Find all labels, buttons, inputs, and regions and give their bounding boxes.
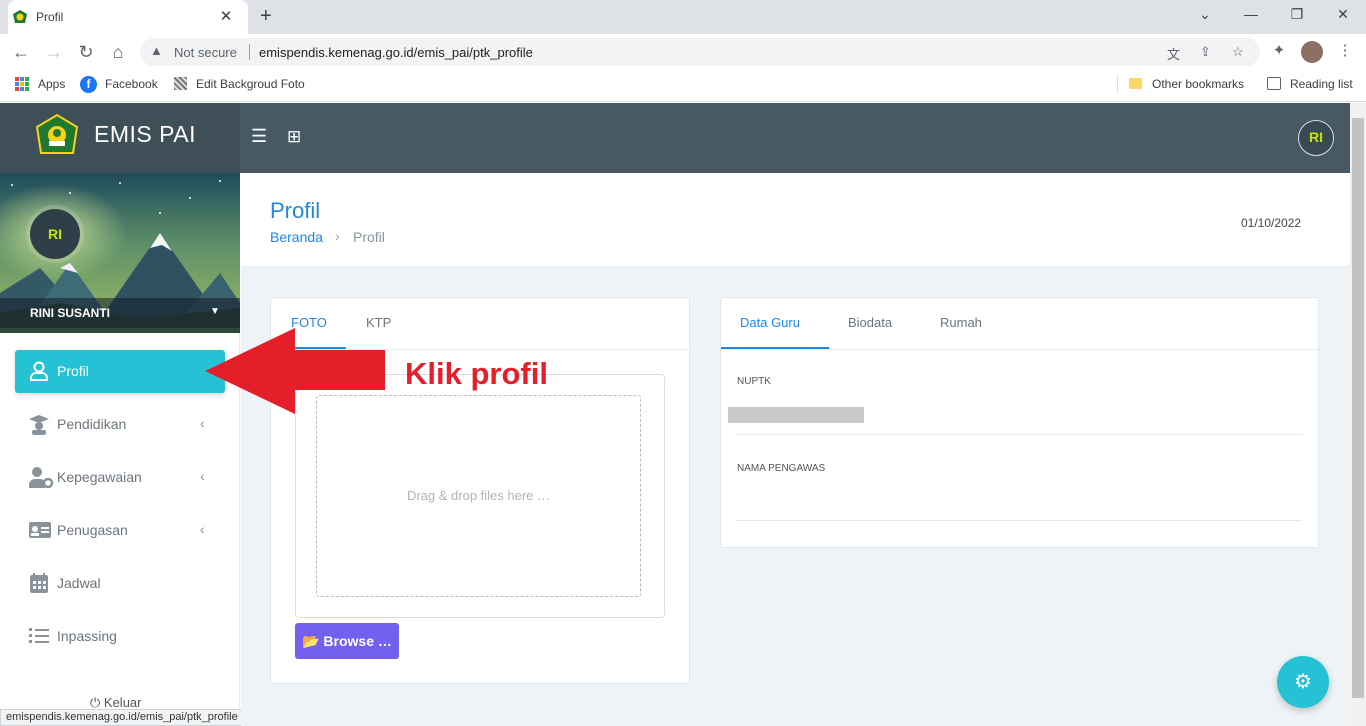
sidebar-item-label: Kepegawaian (57, 469, 142, 485)
translate-icon[interactable]: 文 (1167, 44, 1180, 63)
nama-pengawas-label: NAMA PENGAWAS (737, 463, 826, 474)
back-icon[interactable]: ← (10, 41, 32, 63)
bookmark-apps[interactable]: Apps (38, 77, 65, 91)
chevron-left-icon: ‹ (200, 468, 205, 484)
breadcrumb-chevron-icon: › (335, 228, 340, 244)
drop-hint: Drag & drop files here … (406, 488, 551, 503)
home-icon[interactable]: ⌂ (107, 41, 129, 63)
sidebar-item-label: Inpassing (57, 628, 117, 644)
apps-grid-icon[interactable] (15, 77, 29, 91)
tab-rumah[interactable]: Rumah (940, 315, 982, 330)
grid-icon[interactable]: ⊞ (287, 127, 301, 147)
user-avatar[interactable]: RI (1298, 120, 1334, 156)
browser-profile-avatar[interactable] (1301, 41, 1323, 63)
facebook-icon[interactable]: f (80, 76, 97, 93)
bookmark-edit-foto[interactable]: Edit Backgroud Foto (196, 77, 305, 91)
chevron-left-icon: ‹ (200, 521, 205, 537)
caret-down-icon[interactable]: ▼ (210, 306, 220, 317)
breadcrumb-current: Profil (353, 229, 385, 245)
field-divider (736, 520, 1302, 521)
folder-icon[interactable] (1129, 78, 1142, 89)
tab-data-guru[interactable]: Data Guru (740, 315, 800, 330)
omnibox-divider (249, 44, 250, 60)
power-icon: ⏻ (90, 695, 104, 710)
bookmark-star-icon[interactable]: ☆ (1232, 44, 1244, 60)
tab-biodata[interactable]: Biodata (848, 315, 892, 330)
folder-open-icon: 📂 (302, 633, 320, 649)
menu-kebab-icon[interactable]: ⋮ (1334, 41, 1356, 59)
chevron-left-icon: ‹ (200, 415, 205, 431)
bookmark-reading-list[interactable]: Reading list (1290, 77, 1353, 91)
current-date: 01/10/2022 (1241, 216, 1302, 230)
annotation-arrow-icon (205, 328, 387, 419)
forward-icon[interactable]: → (43, 41, 65, 63)
user-name[interactable]: RINI SUSANTI (30, 306, 110, 320)
new-tab-button[interactable]: + (260, 5, 272, 28)
tab-divider (721, 349, 1318, 350)
reading-list-icon[interactable] (1267, 77, 1281, 90)
tab-search-icon[interactable]: ⌄ (1195, 6, 1215, 23)
scrollbar-thumb[interactable] (1352, 118, 1364, 698)
sidebar-user-avatar[interactable]: RI (30, 209, 80, 259)
minimize-button[interactable]: — (1241, 6, 1261, 22)
page-title: Profil (270, 198, 321, 223)
extensions-icon[interactable]: ✦ (1268, 41, 1290, 59)
bookmark-other[interactable]: Other bookmarks (1152, 77, 1244, 91)
breadcrumb-home[interactable]: Beranda (270, 229, 323, 245)
tab-close-icon[interactable]: ✕ (218, 7, 234, 25)
tab-title: Profil (36, 10, 64, 24)
bookmark-facebook[interactable]: Facebook (105, 77, 158, 91)
user-gear-icon (28, 466, 54, 489)
sidebar-item-label: Pendidikan (57, 416, 127, 432)
settings-gear-icon[interactable]: ⚙ (1277, 656, 1329, 708)
url-text[interactable]: emispendis.kemenag.go.id/emis_pai/ptk_pr… (259, 45, 533, 60)
brand-name[interactable]: EMIS PAI (94, 121, 196, 148)
kemenag-logo-icon (34, 113, 80, 159)
calendar-icon (28, 572, 50, 594)
annotation-text: Klik profil (405, 356, 548, 391)
list-icon (28, 625, 50, 647)
field-divider (736, 434, 1302, 435)
not-secure-label[interactable]: Not secure (174, 45, 237, 60)
sidebar-item-label: Penugasan (57, 522, 128, 538)
user-icon (28, 360, 50, 382)
warning-icon[interactable]: ▲ (150, 43, 163, 58)
close-window-button[interactable]: ✕ (1333, 6, 1353, 23)
share-icon[interactable]: ⇪ (1200, 44, 1211, 60)
bookmark-divider (1117, 75, 1118, 93)
graduate-icon (28, 413, 50, 435)
page-icon[interactable] (174, 77, 187, 90)
nuptk-value-redacted (728, 407, 864, 423)
kemenag-favicon-icon (12, 9, 28, 25)
reload-icon[interactable]: ↻ (75, 41, 97, 63)
browse-label: Browse … (323, 633, 392, 649)
status-bar-url: emispendis.kemenag.go.id/emis_pai/ptk_pr… (0, 709, 262, 726)
browse-button[interactable]: 📂 Browse … (295, 623, 399, 659)
id-card-icon (28, 519, 51, 541)
logout-label: Keluar (103, 695, 142, 710)
hamburger-menu-icon[interactable]: ☰ (251, 126, 267, 147)
nuptk-label: NUPTK (737, 376, 771, 387)
sidebar-item-label: Profil (57, 363, 89, 379)
sidebar-item-label: Jadwal (57, 575, 101, 591)
restore-button[interactable]: ❐ (1287, 6, 1307, 23)
page-header (241, 173, 1350, 267)
